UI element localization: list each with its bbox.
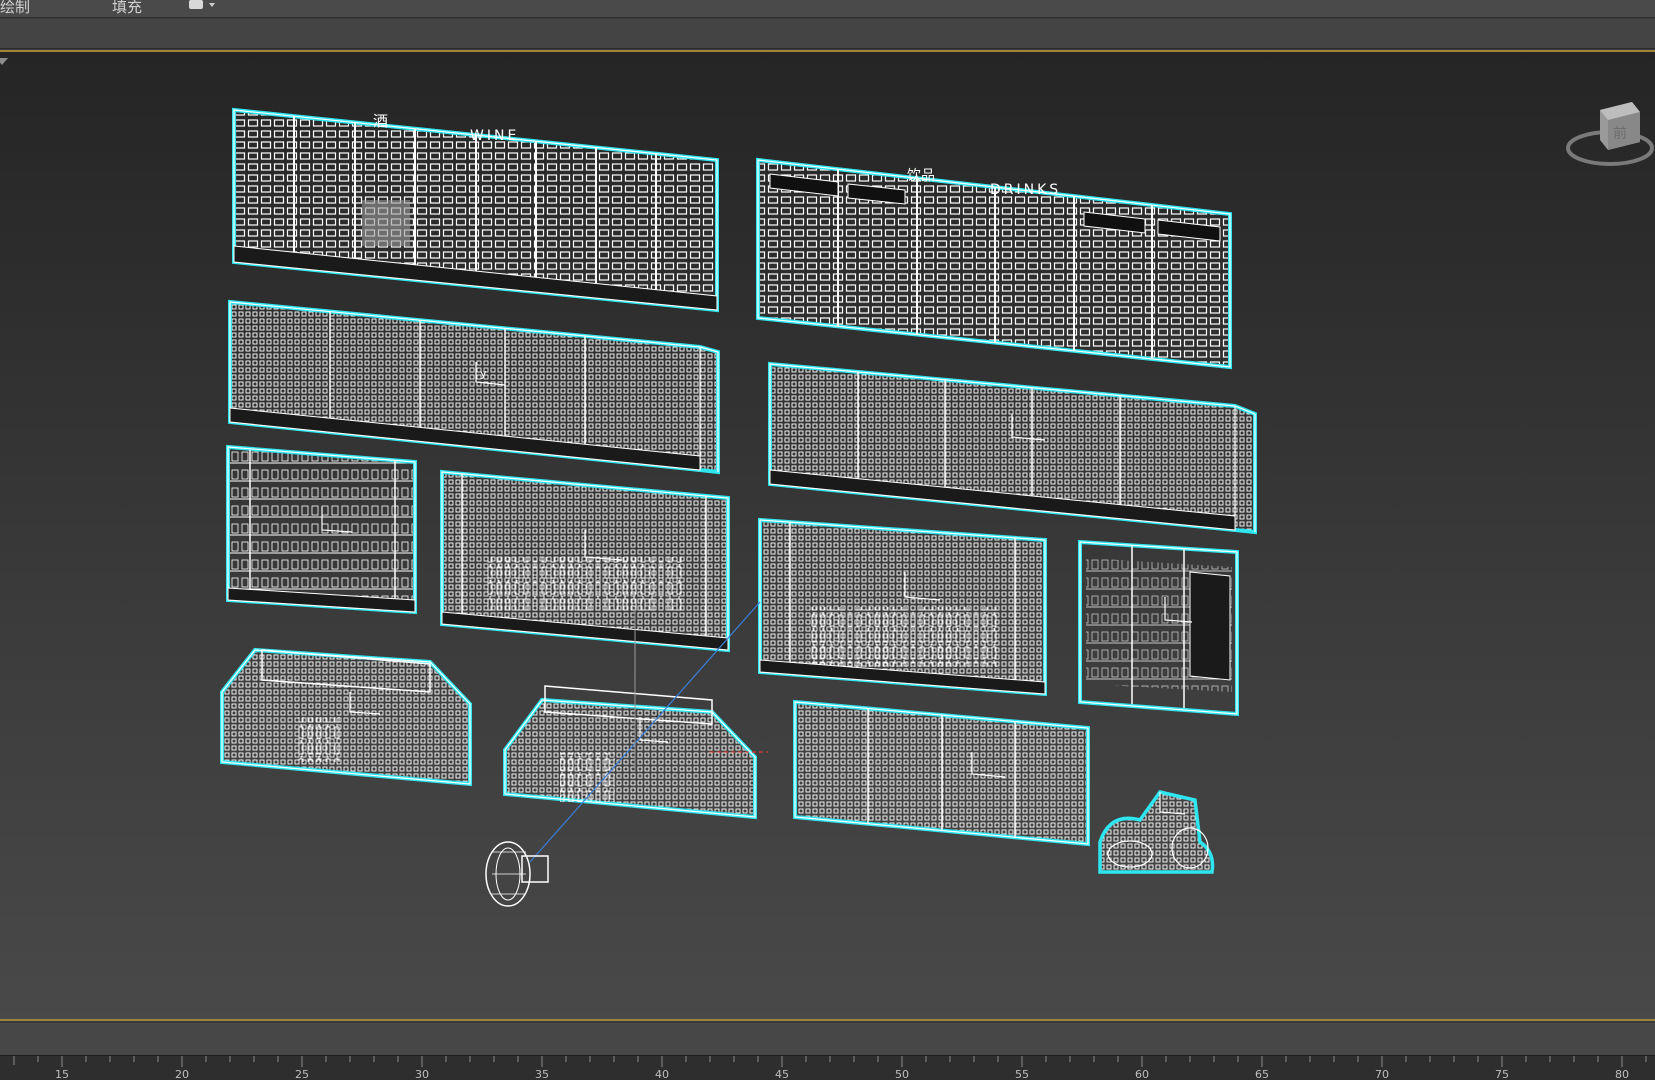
scene-canvas[interactable]: 酒 WINE 饮品 DRINKS y [0, 52, 1655, 1019]
checkout-counter-left[interactable] [220, 647, 472, 787]
timeline-tick-label: 70 [1375, 1068, 1389, 1080]
timeline[interactable]: 15 20 25 30 35 40 45 50 55 60 65 70 75 8… [0, 1023, 1655, 1080]
timeline-tick-label: 40 [655, 1068, 669, 1080]
timeline-ticks [13, 1056, 1647, 1067]
wine-sign-cn: 酒 [373, 112, 388, 130]
low-gondola-shelf[interactable] [793, 699, 1090, 847]
gondola-shelf-long-left[interactable]: y [228, 299, 720, 475]
wine-wall-shelf[interactable]: 酒 WINE [232, 107, 719, 313]
dropdown-icon [189, 0, 203, 9]
gondola-shelf-medium[interactable] [440, 469, 730, 653]
timeline-tick-label: 20 [175, 1068, 189, 1080]
timeline-tick-label: 50 [895, 1068, 909, 1080]
wine-banner: WINE [470, 128, 519, 144]
gondola-shelf-with-endracks[interactable] [758, 517, 1047, 697]
timeline-tick-label: 65 [1255, 1068, 1269, 1080]
gondola-shelf-long-right[interactable] [768, 361, 1257, 535]
timeline-tick-label: 30 [415, 1068, 429, 1080]
shopping-baskets[interactable] [1098, 790, 1215, 874]
ribbon-dropdown[interactable] [185, 0, 221, 14]
timeline-ruler[interactable]: 15 20 25 30 35 40 45 50 55 60 65 70 75 8… [0, 1055, 1655, 1080]
refrigerator-display[interactable] [1078, 539, 1239, 717]
app-window: 绘制 填充 酒 WINE 饮品 DRINKS y 前 15 20 25 30 3… [0, 0, 1655, 1080]
gizmo-axis-y: y [480, 367, 487, 380]
command-subbar [0, 19, 1655, 49]
timeline-tick-label: 25 [295, 1068, 309, 1080]
ribbon-tab-fill[interactable]: 填充 [112, 0, 142, 18]
timeline-tick-label: 35 [535, 1068, 549, 1080]
timeline-tick-label: 15 [55, 1068, 69, 1080]
chevron-down-icon [209, 3, 215, 7]
drinks-wall-shelf[interactable]: 饮品 DRINKS [756, 157, 1232, 370]
ribbon-bar: 绘制 填充 [0, 0, 1655, 18]
drinks-banner: DRINKS [990, 182, 1061, 198]
perspective-viewport[interactable]: 酒 WINE 饮品 DRINKS y 前 [0, 50, 1655, 1021]
drinks-sign-cn: 饮品 [907, 168, 935, 184]
ribbon-tab-draw[interactable]: 绘制 [0, 0, 30, 18]
timeline-tick-label: 60 [1135, 1068, 1149, 1080]
viewcube[interactable]: 前 [1560, 100, 1655, 180]
timeline-tick-label: 45 [775, 1068, 789, 1080]
endcap-shelf-small[interactable] [226, 444, 417, 615]
timeline-tick-label: 55 [1015, 1068, 1029, 1080]
timeline-tick-label: 75 [1495, 1068, 1509, 1080]
viewcube-face-label: 前 [1613, 125, 1627, 142]
timeline-tick-label: 80 [1615, 1068, 1629, 1080]
